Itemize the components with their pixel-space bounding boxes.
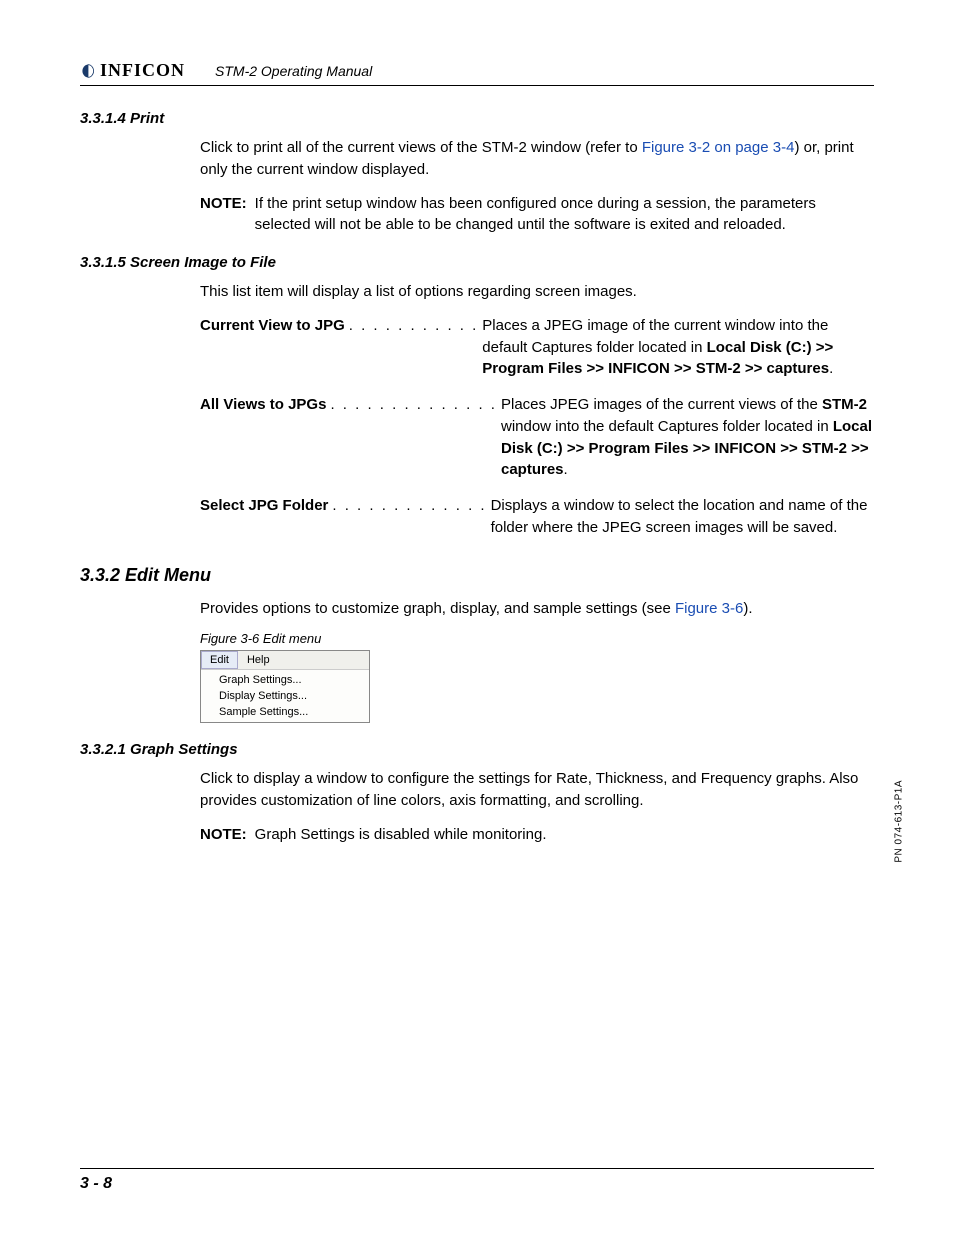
bold-text: STM-2 bbox=[822, 396, 867, 413]
def-term: Select JPG Folder bbox=[200, 495, 328, 517]
page-number: 3 - 8 bbox=[80, 1175, 112, 1192]
note-text: If the print setup window has been confi… bbox=[255, 193, 874, 237]
menu-sample-settings[interactable]: Sample Settings... bbox=[201, 704, 369, 720]
def-current-view: Current View to JPG . . . . . . . . . . … bbox=[200, 315, 874, 380]
note-label: NOTE: bbox=[200, 824, 247, 846]
manual-title: STM-2 Operating Manual bbox=[215, 63, 874, 81]
def-term: All Views to JPGs bbox=[200, 394, 326, 416]
heading-3321: 3.3.2.1 Graph Settings bbox=[80, 741, 874, 758]
leader-dots: . . . . . . . . . . . . . . bbox=[326, 394, 501, 416]
page-header: INFICON STM-2 Operating Manual bbox=[80, 60, 874, 86]
menubar-help[interactable]: Help bbox=[238, 651, 279, 669]
def-term: Current View to JPG bbox=[200, 315, 345, 337]
menu-graph-settings[interactable]: Graph Settings... bbox=[201, 672, 369, 688]
def-desc: Places a JPEG image of the current windo… bbox=[482, 315, 874, 380]
heading-3314: 3.3.1.4 Print bbox=[80, 110, 874, 127]
figure-3-2-link[interactable]: Figure 3-2 on page 3-4 bbox=[642, 139, 795, 156]
text: Click to print all of the current views … bbox=[200, 139, 642, 156]
heading-332: 3.3.2 Edit Menu bbox=[80, 565, 874, 586]
screen-image-intro: This list item will display a list of op… bbox=[200, 281, 874, 303]
menubar-edit[interactable]: Edit bbox=[201, 651, 238, 669]
print-paragraph: Click to print all of the current views … bbox=[200, 137, 874, 181]
edit-menu-figure: Edit Help Graph Settings... Display Sett… bbox=[200, 650, 370, 723]
def-all-views: All Views to JPGs . . . . . . . . . . . … bbox=[200, 394, 874, 481]
brand-text: INFICON bbox=[100, 60, 185, 81]
figure-caption: Figure 3-6 Edit menu bbox=[200, 631, 874, 646]
def-desc: Places JPEG images of the current views … bbox=[501, 394, 874, 481]
page-footer: 3 - 8 bbox=[80, 1168, 874, 1193]
brand-logo: INFICON bbox=[80, 60, 185, 81]
def-select-folder: Select JPG Folder . . . . . . . . . . . … bbox=[200, 495, 874, 539]
edit-menu-paragraph: Provides options to customize graph, dis… bbox=[200, 598, 874, 620]
heading-3315: 3.3.1.5 Screen Image to File bbox=[80, 254, 874, 271]
graph-settings-paragraph: Click to display a window to configure t… bbox=[200, 768, 874, 812]
print-note: NOTE: If the print setup window has been… bbox=[200, 193, 874, 237]
figure-3-6-link[interactable]: Figure 3-6 bbox=[675, 600, 743, 617]
text: . bbox=[829, 360, 833, 377]
text: Displays a window to select the location… bbox=[491, 497, 868, 536]
text: window into the default Captures folder … bbox=[501, 418, 833, 435]
part-number: PN 074-613-P1A bbox=[894, 780, 905, 863]
text: . bbox=[564, 461, 568, 478]
leader-dots: . . . . . . . . . . . . . bbox=[328, 495, 490, 517]
text: Places JPEG images of the current views … bbox=[501, 396, 822, 413]
text: ). bbox=[743, 600, 752, 617]
note-label: NOTE: bbox=[200, 193, 247, 237]
note-text: Graph Settings is disabled while monitor… bbox=[255, 824, 874, 846]
edit-dropdown: Graph Settings... Display Settings... Sa… bbox=[201, 670, 369, 722]
def-desc: Displays a window to select the location… bbox=[491, 495, 874, 539]
brand-icon bbox=[80, 63, 96, 79]
menu-display-settings[interactable]: Display Settings... bbox=[201, 688, 369, 704]
text: Provides options to customize graph, dis… bbox=[200, 600, 675, 617]
leader-dots: . . . . . . . . . . . bbox=[345, 315, 483, 337]
menubar: Edit Help bbox=[201, 651, 369, 670]
graph-settings-note: NOTE: Graph Settings is disabled while m… bbox=[200, 824, 874, 846]
